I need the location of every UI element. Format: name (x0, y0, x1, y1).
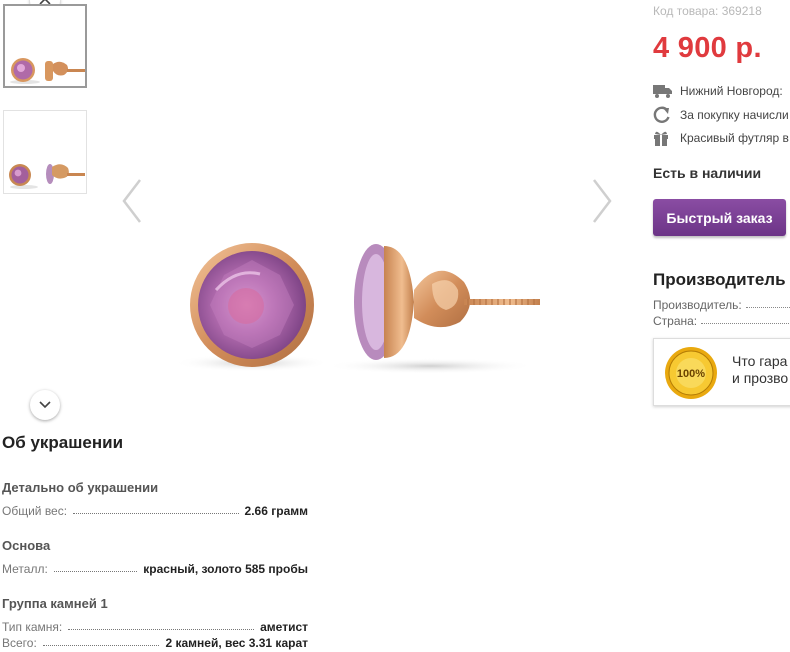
guarantee-seal-icon: 100% (665, 347, 717, 399)
gift-icon (653, 129, 675, 147)
product-price: 4 900 р. (653, 32, 762, 64)
bonus-info: За покупку начисли (653, 106, 789, 124)
detail-row-weight: Общий вес: 2.66 грамм (2, 504, 308, 518)
maker-label: Производитель: (653, 298, 742, 312)
maker-label: Страна: (653, 314, 698, 328)
guarantee-badge-text: 100% (677, 368, 705, 380)
prev-image-arrow[interactable] (120, 178, 144, 224)
guarantee-banner[interactable]: 100% Что гара и прозво (653, 338, 790, 406)
detail-row-metal: Металл: красный, золото 585 пробы (2, 562, 308, 576)
detail-row-stone-total: Всего: 2 камней, вес 3.31 карат (2, 636, 308, 650)
quick-order-button[interactable]: Быстрый заказ (653, 199, 786, 236)
product-code: Код товара: 369218 (653, 4, 762, 18)
maker-row-country: Страна: (653, 314, 790, 328)
about-section-title: Об украшении (2, 433, 124, 452)
next-image-arrow[interactable] (590, 178, 614, 224)
gift-box-info: Красивый футляр в (653, 129, 789, 147)
maker-row-manufacturer: Производитель: (653, 298, 790, 312)
bonus-text: За покупку начисли (680, 108, 789, 122)
detail-group-title: Основа (2, 538, 51, 553)
thumbs-down-arrow[interactable] (30, 390, 60, 420)
detail-group-title: Группа камней 1 (2, 596, 108, 611)
thumbnail-2[interactable] (3, 110, 87, 194)
maker-section-title: Производитель и (653, 270, 790, 289)
truck-icon (653, 82, 675, 100)
earring-thumb-image (9, 164, 85, 189)
gift-box-text: Красивый футляр в (680, 131, 789, 145)
stock-status: Есть в наличии (653, 165, 762, 181)
delivery-info: Нижний Новгород: (653, 82, 783, 100)
detail-group-title: Детально об украшении (2, 480, 159, 495)
main-product-image (174, 243, 540, 374)
thumbnail-1[interactable] (3, 4, 87, 88)
refresh-icon (653, 106, 675, 124)
delivery-text: Нижний Новгород: (680, 84, 783, 98)
guarantee-text: Что гара и прозво (732, 353, 789, 386)
earring-thumb-image (10, 58, 85, 84)
detail-row-stone-type: Тип камня: аметист (2, 620, 308, 634)
chevron-down-icon (39, 401, 51, 409)
